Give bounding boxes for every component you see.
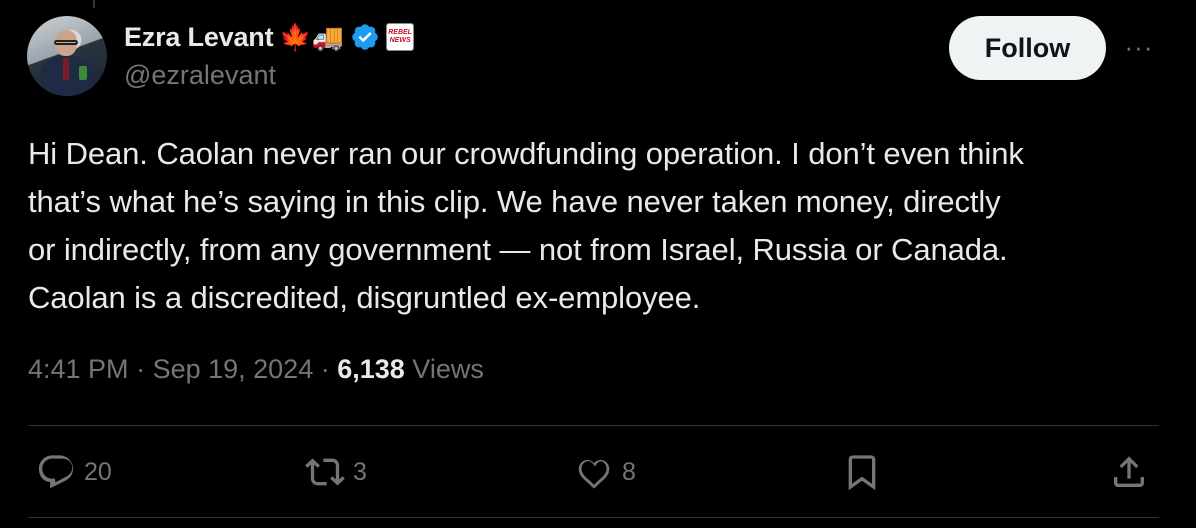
avatar-glasses — [54, 40, 78, 45]
views-label: Views — [404, 354, 484, 384]
reply-button[interactable]: 20 — [36, 450, 112, 494]
tweet-time[interactable]: 4:41 PM — [28, 354, 129, 385]
share-button[interactable] — [1109, 450, 1149, 494]
reply-icon — [38, 455, 74, 489]
tweet-meta: 4:41 PM · Sep 19, 2024 · 6,138 Views — [28, 354, 484, 385]
thread-line — [93, 0, 95, 8]
tweet-line: or indirectly, from any government — not… — [28, 232, 1008, 267]
bookmark-icon — [848, 455, 876, 491]
author-handle[interactable]: @ezralevant — [124, 60, 276, 91]
meta-separator: · — [128, 354, 153, 384]
meta-separator: · — [313, 354, 338, 384]
reply-count: 20 — [84, 457, 112, 486]
avatar-tie — [63, 58, 69, 80]
name-emoji: 🍁🚚 — [279, 22, 345, 52]
tweet-line: Hi Dean. Caolan never ran our crowdfundi… — [28, 136, 1024, 171]
follow-button[interactable]: Follow — [949, 16, 1106, 80]
tweet-text: Hi Dean. Caolan never ran our crowdfundi… — [28, 130, 1168, 322]
bookmark-button[interactable] — [842, 450, 882, 494]
verified-badge-icon[interactable] — [350, 22, 380, 52]
like-count: 8 — [622, 457, 636, 486]
affiliate-badge[interactable]: REBEL NEWS — [386, 23, 415, 51]
tweet-date[interactable]: Sep 19, 2024 — [153, 354, 314, 385]
avatar[interactable] — [27, 16, 107, 96]
author-name-row: Ezra Levant 🍁🚚 REBEL NEWS — [124, 20, 415, 54]
repost-icon — [305, 458, 345, 486]
views-count[interactable]: 6,138 — [337, 354, 405, 385]
more-options-icon[interactable]: ··· — [1122, 30, 1156, 64]
author-name[interactable]: Ezra Levant — [124, 22, 274, 53]
repost-button[interactable]: 3 — [305, 450, 367, 494]
tweet-line: that’s what he’s saying in this clip. We… — [28, 184, 1001, 219]
share-icon — [1114, 456, 1144, 487]
tweet-line: Caolan is a discredited, disgruntled ex-… — [28, 280, 701, 315]
divider — [28, 425, 1159, 426]
like-button[interactable]: 8 — [574, 450, 636, 494]
avatar-mic — [79, 66, 87, 80]
heart-icon — [578, 459, 610, 489]
divider — [28, 517, 1159, 518]
repost-count: 3 — [353, 457, 367, 486]
affiliate-badge-text: REBEL NEWS — [388, 29, 412, 44]
